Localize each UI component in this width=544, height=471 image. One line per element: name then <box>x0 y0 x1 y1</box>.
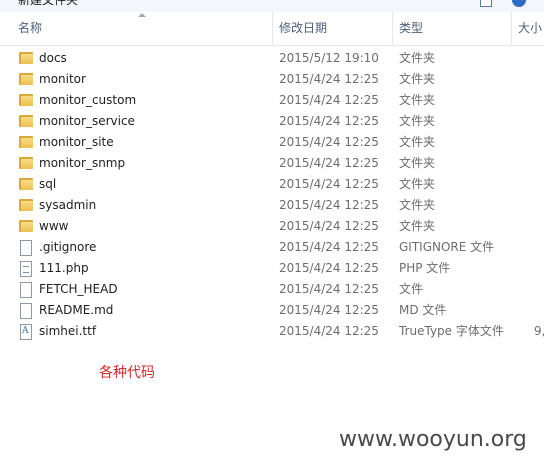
file-row[interactable]: monitor_custom 2015/4/24 12:25 文件夹 <box>0 90 544 111</box>
file-name: monitor_snmp <box>39 156 126 170</box>
file-modified-date: 2015/4/24 12:25 <box>279 219 379 233</box>
file-name: monitor_service <box>39 114 135 128</box>
file-type: PHP 文件 <box>399 261 451 275</box>
file-row[interactable]: simhei.ttf 2015/4/24 12:25 TrueType 字体文件 9, <box>0 321 544 342</box>
new-folder-button[interactable]: 新建文件夹 <box>18 0 78 8</box>
file-type: 文件夹 <box>399 114 436 128</box>
folder-icon <box>19 73 33 85</box>
column-header-name[interactable]: 名称 <box>18 12 42 45</box>
file-name: simhei.ttf <box>39 324 97 338</box>
file-icon <box>20 282 32 298</box>
file-modified-date: 2015/4/24 12:25 <box>279 114 379 128</box>
column-header: 名称 修改日期 类型 大小 <box>0 12 544 46</box>
watermark: www.wooyun.org <box>339 427 527 452</box>
file-modified-date: 2015/4/24 12:25 <box>279 156 379 170</box>
column-divider[interactable] <box>392 12 393 45</box>
file-name: sql <box>39 177 57 191</box>
file-type: TrueType 字体文件 <box>399 324 504 338</box>
file-modified-date: 2015/4/24 12:25 <box>279 198 379 212</box>
file-name: monitor_custom <box>39 93 137 107</box>
column-header-type[interactable]: 类型 <box>399 12 423 45</box>
file-name: README.md <box>39 303 114 317</box>
file-name: monitor <box>39 72 86 86</box>
help-icon[interactable] <box>512 0 526 7</box>
file-type: 文件夹 <box>399 156 436 170</box>
file-modified-date: 2015/4/24 12:25 <box>279 324 379 338</box>
file-modified-date: 2015/5/12 19:10 <box>279 51 379 65</box>
file-type: 文件夹 <box>399 198 436 212</box>
column-header-size[interactable]: 大小 <box>518 12 542 45</box>
file-modified-date: 2015/4/24 12:25 <box>279 93 379 107</box>
file-name: docs <box>39 51 67 65</box>
file-type: 文件夹 <box>399 219 436 233</box>
file-type: GITIGNORE 文件 <box>399 240 495 254</box>
file-icon <box>20 240 32 256</box>
file-row[interactable]: 111.php 2015/4/24 12:25 PHP 文件 <box>0 258 544 279</box>
file-size: 9, <box>534 324 544 338</box>
folder-icon <box>19 94 33 106</box>
file-name: 111.php <box>39 261 89 275</box>
file-row[interactable]: monitor_service 2015/4/24 12:25 文件夹 <box>0 111 544 132</box>
folder-icon <box>19 115 33 127</box>
column-divider[interactable] <box>511 12 512 45</box>
folder-icon <box>19 220 33 232</box>
file-row[interactable]: sysadmin 2015/4/24 12:25 文件夹 <box>0 195 544 216</box>
file-name: www <box>39 219 69 233</box>
column-header-date[interactable]: 修改日期 <box>279 12 327 45</box>
file-row[interactable]: monitor 2015/4/24 12:25 文件夹 <box>0 69 544 90</box>
file-modified-date: 2015/4/24 12:25 <box>279 261 379 275</box>
file-list: docs 2015/5/12 19:10 文件夹 monitor 2015/4/24 1… <box>0 48 544 342</box>
file-row[interactable]: FETCH_HEAD 2015/4/24 12:25 文件 <box>0 279 544 300</box>
toolbar-strip: 新建文件夹 <box>0 0 544 12</box>
font-file-icon <box>20 324 32 340</box>
file-row[interactable]: README.md 2015/4/24 12:25 MD 文件 <box>0 300 544 321</box>
annotation-caption: 各种代码 <box>99 365 155 381</box>
view-options-icon[interactable] <box>480 0 492 7</box>
file-row[interactable]: monitor_site 2015/4/24 12:25 文件夹 <box>0 132 544 153</box>
php-file-icon <box>20 261 32 277</box>
file-modified-date: 2015/4/24 12:25 <box>279 240 379 254</box>
file-name: monitor_site <box>39 135 114 149</box>
file-row[interactable]: monitor_snmp 2015/4/24 12:25 文件夹 <box>0 153 544 174</box>
file-name: FETCH_HEAD <box>39 282 118 296</box>
file-modified-date: 2015/4/24 12:25 <box>279 282 379 296</box>
sort-ascending-icon <box>138 13 146 17</box>
file-type: 文件 <box>399 282 424 296</box>
column-divider[interactable] <box>272 12 273 45</box>
file-modified-date: 2015/4/24 12:25 <box>279 72 379 86</box>
file-modified-date: 2015/4/24 12:25 <box>279 177 379 191</box>
file-type: 文件夹 <box>399 72 436 86</box>
file-modified-date: 2015/4/24 12:25 <box>279 135 379 149</box>
file-type: 文件夹 <box>399 135 436 149</box>
folder-icon <box>19 52 33 64</box>
file-icon <box>20 303 32 319</box>
file-name: .gitignore <box>39 240 97 254</box>
folder-icon <box>19 136 33 148</box>
file-row[interactable]: sql 2015/4/24 12:25 文件夹 <box>0 174 544 195</box>
file-row[interactable]: .gitignore 2015/4/24 12:25 GITIGNORE 文件 <box>0 237 544 258</box>
folder-icon <box>19 157 33 169</box>
file-name: sysadmin <box>39 198 97 212</box>
file-row[interactable]: docs 2015/5/12 19:10 文件夹 <box>0 48 544 69</box>
file-type: 文件夹 <box>399 51 436 65</box>
file-modified-date: 2015/4/24 12:25 <box>279 303 379 317</box>
folder-icon <box>19 178 33 190</box>
folder-icon <box>19 199 33 211</box>
file-type: MD 文件 <box>399 303 447 317</box>
file-type: 文件夹 <box>399 177 436 191</box>
file-type: 文件夹 <box>399 93 436 107</box>
file-row[interactable]: www 2015/4/24 12:25 文件夹 <box>0 216 544 237</box>
